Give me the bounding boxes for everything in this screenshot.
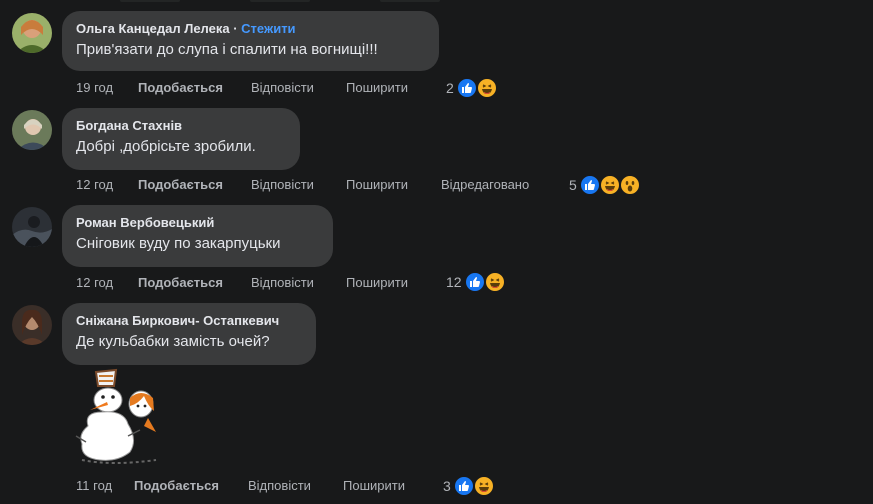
avatar[interactable]: [12, 207, 52, 247]
avatar[interactable]: [12, 13, 52, 53]
reaction-count: 3: [443, 478, 451, 494]
reactions-summary[interactable]: 2: [446, 77, 506, 99]
snowman-sticker[interactable]: [72, 366, 162, 468]
share-button[interactable]: Поширити: [346, 273, 408, 293]
like-button[interactable]: Подобається: [134, 476, 219, 496]
reactions-summary[interactable]: 12: [446, 271, 512, 293]
share-button[interactable]: Поширити: [343, 476, 405, 496]
reactions-summary[interactable]: 5: [569, 174, 649, 196]
comment-text: Сніговик вуду по закарпуцьки: [76, 235, 281, 252]
comment-text: Прив'язати до слупа і спалити на вогнищі…: [76, 41, 378, 58]
reaction-count: 2: [446, 80, 454, 96]
reply-button[interactable]: Відповісти: [251, 78, 314, 98]
haha-icon: [484, 271, 506, 293]
like-icon: [456, 77, 478, 99]
share-button[interactable]: Поширити: [346, 78, 408, 98]
comment-text: Добрі ,добрісьте зробили.: [76, 138, 256, 155]
share-button[interactable]: Поширити: [346, 175, 408, 195]
comment-timestamp[interactable]: 19 год: [76, 78, 113, 98]
comment-author[interactable]: Богдана Стахнів: [76, 118, 182, 133]
follow-link[interactable]: Стежити: [241, 21, 295, 36]
reply-button[interactable]: Відповісти: [251, 175, 314, 195]
wow-icon: [619, 174, 641, 196]
comment-author[interactable]: Роман Вербовецький: [76, 215, 214, 230]
comment-bubble: Ольга Канцедал Лелека · Стежити Прив'яза…: [62, 11, 439, 71]
reply-button[interactable]: Відповісти: [251, 273, 314, 293]
like-icon: [453, 475, 475, 497]
previous-comment-cutoff: [0, 0, 873, 2]
comment-author[interactable]: Сніжана Биркович- Остапкевич: [76, 313, 279, 328]
comment-bubble: Богдана Стахнів Добрі ,добрісьте зробили…: [62, 108, 300, 170]
avatar[interactable]: [12, 305, 52, 345]
haha-icon: [599, 174, 621, 196]
comment-bubble: Роман Вербовецький Сніговик вуду по зака…: [62, 205, 333, 267]
like-button[interactable]: Подобається: [138, 78, 223, 98]
like-icon: [464, 271, 486, 293]
edited-label: Відредаговано: [441, 177, 530, 192]
reply-button[interactable]: Відповісти: [248, 476, 311, 496]
haha-icon: [476, 77, 498, 99]
comment-text: Де кульбабки замість очей?: [76, 333, 270, 350]
haha-icon: [473, 475, 495, 497]
like-button[interactable]: Подобається: [138, 175, 223, 195]
like-icon: [579, 174, 601, 196]
reactions-summary[interactable]: 3: [443, 475, 503, 497]
comment-author[interactable]: Ольга Канцедал Лелека: [76, 21, 230, 36]
separator: ·: [229, 21, 242, 36]
comment-timestamp[interactable]: 12 год: [76, 273, 113, 293]
comment-timestamp[interactable]: 12 год: [76, 175, 113, 195]
comment-bubble: Сніжана Биркович- Остапкевич Де кульбабк…: [62, 303, 316, 365]
avatar[interactable]: [12, 110, 52, 150]
comment-timestamp[interactable]: 11 год: [76, 476, 112, 496]
reaction-count: 12: [446, 274, 462, 290]
reaction-count: 5: [569, 177, 577, 193]
like-button[interactable]: Подобається: [138, 273, 223, 293]
